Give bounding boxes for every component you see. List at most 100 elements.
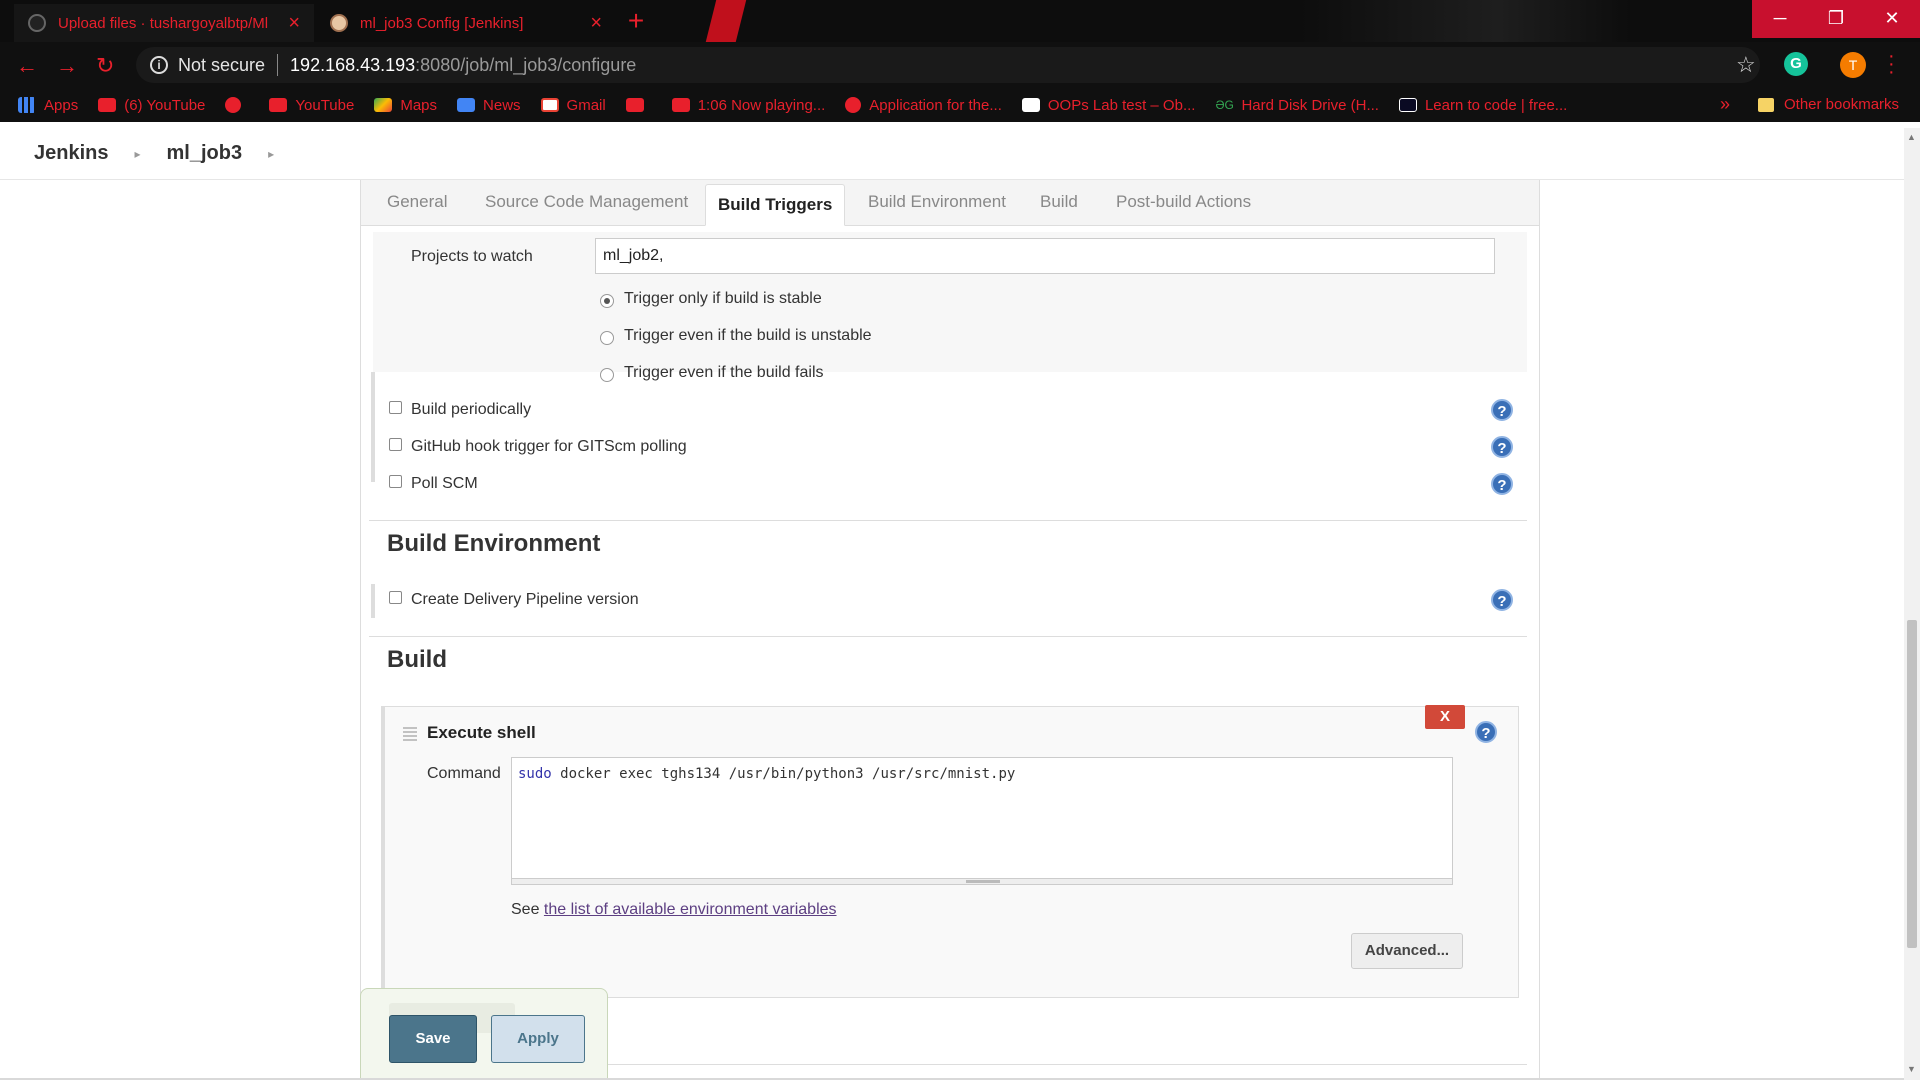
- checkbox-poll-scm[interactable]: [389, 475, 402, 488]
- forward-icon[interactable]: →: [56, 53, 78, 79]
- url-host[interactable]: 192.168.43.193: [290, 55, 415, 76]
- radio-trigger-stable[interactable]: [600, 294, 614, 308]
- profile-avatar[interactable]: T: [1840, 52, 1866, 78]
- command-label: Command: [427, 765, 501, 782]
- maximize-button[interactable]: ❐: [1808, 0, 1864, 38]
- config-tabbar: General Source Code Management Build Tri…: [361, 180, 1539, 226]
- bookmark-gmail[interactable]: Gmail: [540, 97, 606, 114]
- radio-trigger-fails[interactable]: [600, 368, 614, 382]
- bookmark-label: Apps: [44, 96, 79, 114]
- bookmark-star-icon[interactable]: ☆: [1736, 52, 1756, 78]
- browser-tab-github[interactable]: Upload files · tushargoyalbtp/Ml ×: [14, 4, 314, 42]
- radio-label[interactable]: Trigger only if build is stable: [624, 290, 822, 308]
- tab-build-triggers[interactable]: Build Triggers: [705, 184, 846, 226]
- browser-menu-icon[interactable]: · · ·: [1888, 46, 1895, 82]
- bookmarks-overflow-icon[interactable]: »: [1720, 94, 1730, 115]
- other-bookmarks-label: Other bookmarks: [1784, 96, 1900, 113]
- build-heading: Build: [387, 646, 447, 673]
- url-path[interactable]: :8080/job/ml_job3/configure: [415, 55, 636, 76]
- bookmark-youtube-6[interactable]: (6) YouTube: [98, 97, 205, 114]
- resize-grip[interactable]: [966, 880, 1000, 883]
- bookmark-freecodecamp[interactable]: Learn to code | free...: [1398, 97, 1567, 114]
- folder-icon: [1758, 97, 1774, 112]
- env-variables-link[interactable]: the list of available environment variab…: [544, 901, 837, 918]
- tab-post-build-actions[interactable]: Post-build Actions: [1116, 192, 1251, 212]
- radio-trigger-unstable[interactable]: [600, 331, 614, 345]
- step-title: Execute shell: [427, 723, 536, 742]
- grammarly-extension-icon[interactable]: G: [1784, 52, 1808, 76]
- checkbox-github-hook-trigger[interactable]: [389, 438, 402, 451]
- checkbox-label[interactable]: GitHub hook trigger for GITScm polling: [411, 438, 687, 456]
- delete-step-button[interactable]: X: [1425, 705, 1465, 729]
- checkbox-build-periodically[interactable]: [389, 401, 402, 414]
- help-icon[interactable]: ?: [1491, 436, 1513, 458]
- other-bookmarks[interactable]: Other bookmarks: [1758, 96, 1899, 113]
- scroll-down-icon[interactable]: ▼: [1907, 1064, 1916, 1074]
- tab-build[interactable]: Build: [1040, 192, 1078, 212]
- help-icon[interactable]: ?: [1475, 721, 1497, 743]
- advanced-button[interactable]: Advanced...: [1351, 933, 1463, 969]
- radio-label[interactable]: Trigger even if the build fails: [624, 364, 824, 382]
- bookmark-application[interactable]: Application for the...: [845, 97, 1002, 114]
- browser-toolbar: ← → ↻ i Not secure 192.168.43.193 :8080/…: [0, 42, 1920, 88]
- section-indent-bar: [371, 372, 375, 482]
- help-icon[interactable]: ?: [1491, 473, 1513, 495]
- help-icon[interactable]: ?: [1491, 589, 1513, 611]
- wallpaper-decoration: [701, 0, 749, 42]
- bookmark-globe[interactable]: [225, 97, 249, 113]
- execute-shell-step: Execute shell X ? Command sudo docker ex…: [381, 705, 1519, 998]
- textarea-resize-handle[interactable]: [512, 878, 1452, 884]
- breadcrumb-arrow-icon[interactable]: ▸: [268, 147, 274, 161]
- tab-close-icon[interactable]: ×: [590, 12, 602, 35]
- tab-title: ml_job3 Config [Jenkins]: [360, 14, 524, 32]
- news-icon: [457, 98, 476, 112]
- section-divider: [369, 636, 1527, 637]
- bookmark-oops-lab[interactable]: OOPs Lab test – Ob...: [1021, 97, 1195, 114]
- drag-handle-icon[interactable]: [403, 725, 417, 741]
- help-icon[interactable]: ?: [1491, 399, 1513, 421]
- save-button[interactable]: Save: [389, 1015, 477, 1063]
- save-apply-bar: Save Apply: [360, 988, 608, 1080]
- bookmark-now-playing[interactable]: 1:06 Now playing...: [671, 97, 825, 114]
- apply-button[interactable]: Apply: [491, 1015, 585, 1063]
- checkbox-label[interactable]: Poll SCM: [411, 475, 478, 493]
- back-icon[interactable]: ←: [16, 53, 38, 79]
- checkbox-label[interactable]: Create Delivery Pipeline version: [411, 591, 639, 609]
- new-tab-button[interactable]: +: [624, 7, 648, 35]
- reload-icon[interactable]: ↻: [96, 53, 114, 79]
- radio-label[interactable]: Trigger even if the build is unstable: [624, 327, 872, 345]
- bookmark-hard-disk[interactable]: ƏG Hard Disk Drive (H...: [1215, 97, 1379, 114]
- address-separator: [277, 54, 279, 76]
- breadcrumb-job[interactable]: ml_job3: [167, 142, 243, 165]
- scroll-thumb[interactable]: [1907, 620, 1917, 948]
- see-text: See: [511, 901, 544, 918]
- close-window-button[interactable]: ✕: [1864, 0, 1920, 38]
- checkbox-create-delivery-pipeline-version[interactable]: [389, 591, 402, 604]
- security-label[interactable]: Not secure: [178, 55, 265, 76]
- command-textarea[interactable]: sudo docker exec tghs134 /usr/bin/python…: [511, 757, 1453, 885]
- bookmark-apps[interactable]: Apps: [18, 97, 78, 114]
- bookmark-youtube-icon-only[interactable]: [625, 98, 652, 112]
- breadcrumb-jenkins[interactable]: Jenkins: [34, 142, 108, 165]
- info-icon[interactable]: i: [150, 56, 168, 74]
- tab-general[interactable]: General: [387, 192, 447, 212]
- bookmarks-bar: Apps (6) YouTube YouTube Maps News Gmail…: [0, 88, 1920, 122]
- scroll-up-icon[interactable]: ▲: [1907, 132, 1916, 142]
- tab-close-icon[interactable]: ×: [288, 12, 300, 35]
- tab-build-environment[interactable]: Build Environment: [868, 192, 1006, 212]
- breadcrumb-arrow-icon[interactable]: ▸: [134, 147, 140, 161]
- env-variables-hint: See the list of available environment va…: [511, 901, 837, 919]
- address-bar[interactable]: i Not secure 192.168.43.193 :8080/job/ml…: [136, 47, 1760, 83]
- bookmark-news[interactable]: News: [457, 97, 521, 114]
- tab-source-code-management[interactable]: Source Code Management: [485, 192, 688, 212]
- tab-title: Upload files · tushargoyalbtp/Ml: [58, 14, 269, 32]
- minimize-button[interactable]: ─: [1752, 0, 1808, 38]
- projects-to-watch-label: Projects to watch: [411, 248, 533, 265]
- page-scrollbar[interactable]: ▲ ▼: [1904, 128, 1920, 1080]
- blackboard-icon: [1021, 98, 1040, 112]
- checkbox-label[interactable]: Build periodically: [411, 401, 531, 419]
- bookmark-youtube[interactable]: YouTube: [269, 97, 354, 114]
- browser-tab-jenkins[interactable]: ml_job3 Config [Jenkins] ×: [316, 4, 616, 42]
- bookmark-maps[interactable]: Maps: [374, 97, 437, 114]
- projects-to-watch-input[interactable]: ml_job2,: [595, 238, 1495, 274]
